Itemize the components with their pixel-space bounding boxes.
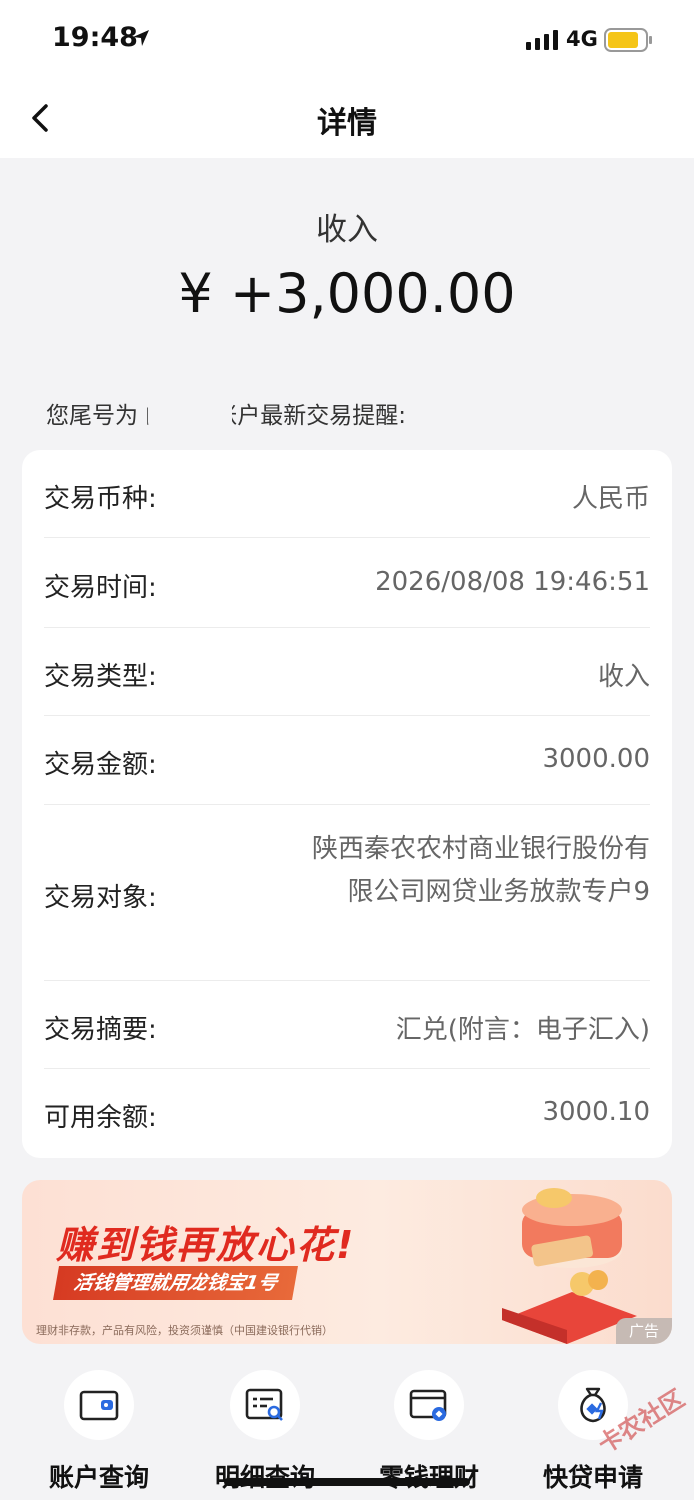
- detail-label: 交易币种:: [44, 484, 157, 514]
- transaction-amount: ¥ +3,000.00: [178, 262, 516, 325]
- promo-banner[interactable]: 赚到钱再放心花! 活钱管理就用龙钱宝1号 理财非存款，产品有风险，投资须谨慎（中…: [22, 1180, 672, 1344]
- detail-row-time: 交易时间: 2026/08/08 19:46:51: [44, 538, 650, 628]
- quick-action-icon-wrap: [230, 1370, 300, 1440]
- detail-row-type: 交易类型: 收入: [44, 628, 650, 716]
- detail-label: 交易摘要:: [44, 1015, 157, 1045]
- redaction-mask: [148, 398, 232, 432]
- nav-bar: 详情: [0, 80, 694, 158]
- transaction-type-heading: 收入: [316, 212, 378, 248]
- network-label: 4G: [566, 27, 598, 51]
- location-arrow-icon: [133, 30, 149, 46]
- detail-value: 陕西秦农农村商业银行股份有限公司网贷业务放款专户9: [311, 834, 650, 907]
- statement-search-icon: [245, 1388, 283, 1421]
- quick-action-label: 零钱理财: [354, 1458, 504, 1494]
- detail-row-counterparty: 交易对象: 陕西秦农农村商业银行股份有限公司网贷业务放款专户9: [44, 805, 650, 981]
- battery-icon: [604, 28, 652, 52]
- detail-row-summary: 交易摘要: 汇兑(附言：电子汇入): [44, 981, 650, 1069]
- detail-row-amount: 交易金额: 3000.00: [44, 716, 650, 805]
- detail-label: 交易时间:: [44, 573, 157, 603]
- detail-row-currency: 交易币种: 人民币: [44, 450, 650, 538]
- quick-action-label: 账户查询: [48, 1463, 149, 1492]
- quick-action-account[interactable]: 账户查询: [24, 1370, 174, 1500]
- detail-label: 交易类型:: [44, 662, 157, 692]
- signal-icon: [526, 30, 558, 50]
- quick-action-label: 快贷申请: [542, 1463, 643, 1492]
- status-bar: 19:48 4G: [0, 0, 694, 80]
- quick-action-icon-wrap: [394, 1370, 464, 1440]
- detail-value: 收入: [597, 662, 650, 692]
- status-time: 19:48: [52, 22, 138, 53]
- home-indicator[interactable]: [224, 1478, 470, 1486]
- detail-label: 可用余额:: [44, 1103, 157, 1133]
- detail-value: 2026/08/08 19:46:51: [375, 567, 650, 597]
- ad-tag: 广告: [616, 1318, 672, 1344]
- card-coin-icon: [409, 1389, 447, 1421]
- quick-action-icon-wrap: [64, 1370, 134, 1440]
- wallet-icon: [79, 1390, 119, 1421]
- page-title: 详情: [317, 106, 377, 141]
- detail-row-balance: 可用余额: 3000.10: [44, 1069, 650, 1158]
- detail-value: 汇兑(附言：电子汇入): [395, 1015, 650, 1045]
- banner-title: 赚到钱再放心花!: [56, 1223, 356, 1267]
- detail-value: 3000.00: [542, 744, 650, 774]
- quick-action-label: 明细查询: [190, 1458, 340, 1494]
- banner-disclaimer: 理财非存款，产品有风险，投资须谨慎（中国建设银行代销）: [36, 1324, 333, 1337]
- detail-label: 交易金额:: [44, 750, 157, 780]
- detail-value: 3000.10: [542, 1097, 650, 1127]
- banner-subtitle: 活钱管理就用龙钱宝1号: [53, 1266, 299, 1300]
- detail-value: 人民币: [571, 484, 650, 514]
- detail-card: 交易币种: 人民币 交易时间: 2026/08/08 19:46:51 交易类型…: [22, 450, 672, 1158]
- detail-label: 交易对象:: [44, 883, 157, 913]
